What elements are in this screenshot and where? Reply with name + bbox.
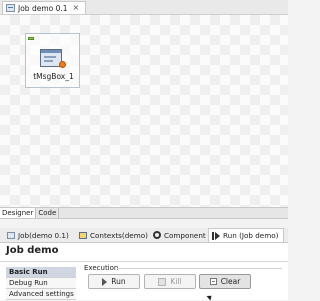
tab-contexts-label: Contexts(demo): [90, 230, 148, 240]
clear-icon: [209, 278, 217, 285]
component-tmsgbox[interactable]: tMsgBox_1: [25, 33, 80, 88]
tab-code[interactable]: Code: [36, 208, 60, 218]
tab-job-label: Job(demo 0.1): [18, 230, 69, 240]
tab-run-label: Run (Job demo): [223, 231, 279, 240]
tab-job[interactable]: Job(demo 0.1): [4, 228, 70, 242]
tab-run[interactable]: Run (Job demo): [208, 228, 284, 242]
kill-button[interactable]: Kill: [144, 274, 196, 289]
nav-basic-run[interactable]: Basic Run: [6, 267, 76, 278]
divider: [0, 261, 288, 262]
panel-tab-bar: Job(demo 0.1) Contexts(demo) Component R…: [0, 228, 288, 243]
stop-icon: [158, 277, 167, 286]
job-icon: [6, 4, 15, 12]
nav-advanced-settings[interactable]: Advanced settings: [6, 289, 76, 300]
run-button[interactable]: Run: [88, 274, 140, 289]
editor-tab-label: Job demo 0.1: [18, 3, 68, 13]
play-icon: [102, 277, 108, 286]
section-divider: [117, 268, 282, 269]
close-icon[interactable]: ×: [73, 4, 80, 12]
run-panel: Job demo Basic Run Debug Run Advanced se…: [0, 243, 288, 300]
editor-tab-job-demo[interactable]: Job demo 0.1 ×: [2, 1, 86, 14]
subjob-badge-icon: [28, 37, 34, 40]
component-label: tMsgBox_1: [33, 72, 74, 81]
tab-designer[interactable]: Designer: [0, 208, 37, 218]
job-icon: [7, 231, 15, 239]
run-nav: Basic Run Debug Run Advanced settings: [6, 267, 76, 300]
tab-contexts[interactable]: Contexts(demo): [76, 228, 148, 242]
execution-section-label: Execution: [84, 264, 119, 272]
tab-component-label: Component: [164, 230, 206, 240]
run-button-label: Run: [111, 277, 126, 286]
nav-debug-run[interactable]: Debug Run: [6, 278, 76, 289]
panel-title: Job demo: [6, 245, 59, 256]
warning-icon: [59, 61, 66, 68]
component-icon: [153, 231, 161, 239]
clear-button-label: Clear: [220, 277, 241, 286]
tab-component[interactable]: Component: [150, 228, 206, 242]
design-canvas[interactable]: tMsgBox_1: [0, 15, 288, 207]
run-icon: [212, 231, 220, 240]
editor-tab-bar: Job demo 0.1 ×: [0, 0, 288, 15]
view-tabs: Designer Code: [0, 207, 288, 219]
clear-button[interactable]: Clear: [199, 274, 251, 289]
kill-button-label: Kill: [170, 277, 182, 286]
contexts-icon: [79, 231, 87, 239]
